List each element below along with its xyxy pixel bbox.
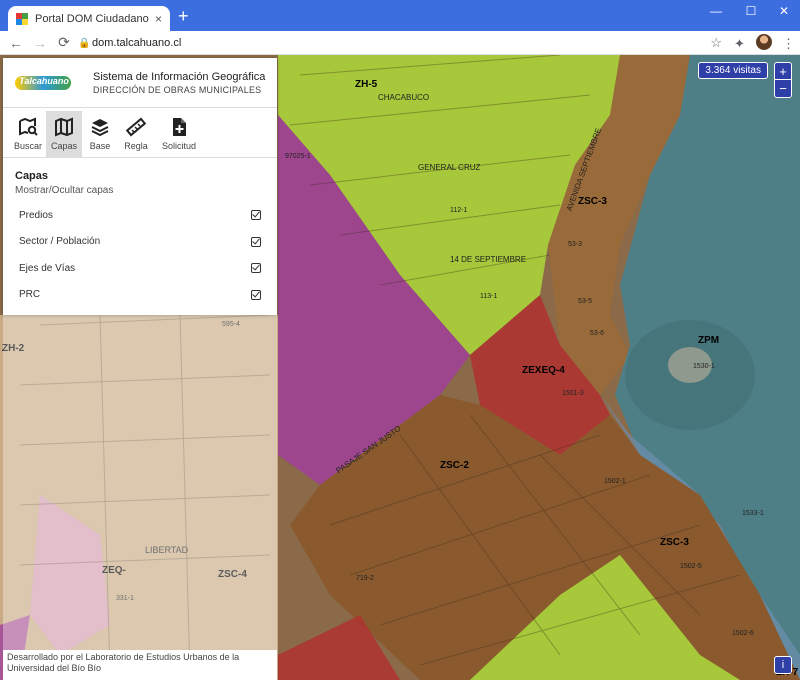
- maximize-button[interactable]: ☐: [741, 4, 761, 18]
- street-label: CHACABUCO: [378, 93, 430, 102]
- panel-overlay: [3, 315, 277, 650]
- tool-label: Regla: [124, 141, 148, 151]
- zoom-out-button[interactable]: −: [775, 80, 791, 97]
- layer-label: Predios: [19, 209, 53, 221]
- layer-checkbox[interactable]: [251, 210, 261, 221]
- layer-label: Sector / Población: [19, 236, 101, 248]
- parcel-label: 1501-3: [562, 390, 584, 397]
- info-button[interactable]: i: [774, 656, 792, 674]
- talcahuano-logo: Talcahuano: [15, 70, 73, 96]
- minimize-button[interactable]: —: [706, 4, 726, 18]
- visits-counter: 3.364 visitas: [698, 62, 768, 79]
- tool-solicitud[interactable]: Solicitud: [154, 111, 204, 157]
- layers-section: Capas Mostrar/Ocultar capas Predios Sect…: [3, 158, 277, 308]
- new-tab-button[interactable]: +: [178, 7, 189, 25]
- browser-toolbar: ← → ⟳ 🔒 dom.talcahuano.cl ☆ ✦ ⋮: [0, 31, 800, 55]
- panel-header: Talcahuano Sistema de Información Geográ…: [3, 58, 277, 108]
- tab-close-icon[interactable]: ×: [155, 12, 162, 26]
- zone-label: ZH-5: [355, 79, 378, 90]
- forward-button[interactable]: →: [28, 35, 52, 51]
- parcel-label: 1530-1: [693, 363, 715, 370]
- tool-label: Capas: [50, 141, 77, 151]
- layer-toggle-prc[interactable]: PRC: [15, 282, 265, 309]
- map-layers-icon: [55, 117, 73, 137]
- back-button[interactable]: ←: [4, 35, 28, 51]
- browser-tab[interactable]: Portal DOM Ciudadano Municipal ×: [8, 6, 170, 31]
- app-title: Sistema de Información Geográfica: [93, 70, 266, 83]
- stack-icon: [91, 119, 109, 137]
- parcel-label: 53-3: [568, 241, 583, 248]
- layers-title: Capas: [15, 170, 49, 182]
- tool-regla[interactable]: Regla: [118, 111, 154, 157]
- layer-label: PRC: [19, 289, 41, 301]
- layer-label: Ejes de Vías: [19, 262, 76, 274]
- tab-title: Portal DOM Ciudadano Municipal: [35, 12, 151, 25]
- layer-toggle-ejes[interactable]: Ejes de Vías: [15, 255, 265, 282]
- zone-label: ZEXEQ-4: [522, 365, 565, 376]
- tool-buscar[interactable]: Buscar: [10, 111, 46, 157]
- tool-capas[interactable]: Capas: [46, 111, 82, 157]
- layer-toggle-sector[interactable]: Sector / Población: [15, 229, 265, 256]
- tool-base[interactable]: Base: [82, 111, 118, 157]
- map-search-icon: [19, 117, 38, 136]
- tool-label: Base: [89, 141, 111, 151]
- zone-label: ZSC-3: [578, 196, 607, 207]
- tool-label: Buscar: [13, 141, 42, 151]
- parcel-label: 53-5: [578, 298, 593, 305]
- street-label: GENERAL CRUZ: [418, 163, 481, 172]
- parcel-label: 1502-6: [732, 630, 754, 637]
- parcel-label: 113-1: [480, 293, 498, 300]
- app-subtitle: DIRECCIÓN DE OBRAS MUNICIPALES: [93, 84, 262, 95]
- add-document-icon: [173, 118, 186, 136]
- extensions-icon[interactable]: ✦: [734, 36, 745, 52]
- address-bar[interactable]: 🔒 dom.talcahuano.cl ☆: [78, 34, 722, 52]
- tool-bar: Buscar Capas Base Regla Solicitud: [3, 108, 277, 158]
- parcel-label: 112-1: [450, 207, 468, 214]
- browser-tab-bar: Portal DOM Ciudadano Municipal × + — ☐ ✕: [0, 0, 800, 31]
- reload-button[interactable]: ⟳: [52, 34, 76, 51]
- zone-label: ZSC-3: [660, 537, 689, 548]
- credit-text: Desarrollado por el Laboratorio de Estud…: [3, 650, 277, 680]
- layer-checkbox[interactable]: [251, 263, 261, 274]
- close-window-button[interactable]: ✕: [774, 4, 794, 18]
- tool-label: Solicitud: [161, 141, 197, 151]
- side-panel: Talcahuano Sistema de Información Geográ…: [3, 58, 277, 315]
- parcel-label: 1502-5: [680, 563, 702, 570]
- layer-checkbox[interactable]: [251, 236, 261, 247]
- favicon-icon: [16, 12, 28, 25]
- zoom-control: + −: [774, 62, 792, 98]
- parcel-label: 719-2: [356, 575, 374, 582]
- menu-kebab-icon[interactable]: ⋮: [782, 36, 795, 52]
- profile-avatar[interactable]: [756, 34, 772, 50]
- url-text: dom.talcahuano.cl: [92, 37, 182, 49]
- parcel-label: 97025-1: [285, 153, 311, 160]
- zone-label: ZSC-2: [440, 460, 469, 471]
- ruler-icon: [126, 117, 146, 137]
- layers-subtitle: Mostrar/Ocultar capas: [15, 185, 114, 196]
- zoom-in-button[interactable]: +: [775, 63, 791, 80]
- zone-label: ZPM: [698, 335, 720, 346]
- parcel-label: 1502-1: [604, 478, 626, 485]
- bookmark-star-icon[interactable]: ☆: [710, 35, 722, 51]
- parcel-label: 1533-1: [742, 510, 764, 517]
- layer-checkbox[interactable]: [251, 289, 261, 300]
- street-label: 14 DE SEPTIEMBRE: [450, 255, 527, 264]
- parcel-label: 53-6: [590, 330, 605, 337]
- lock-icon: 🔒: [78, 37, 91, 49]
- layer-toggle-predios[interactable]: Predios: [15, 202, 265, 229]
